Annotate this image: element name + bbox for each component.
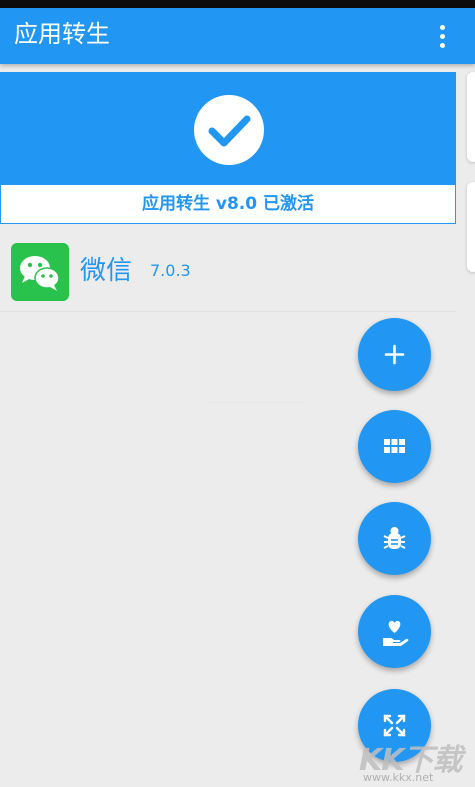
watermark-url: www.kkx.net xyxy=(363,771,434,784)
app-version: 7.0.3 xyxy=(150,261,191,280)
app-bar: 应用转生 xyxy=(0,8,475,64)
side-panel-edge xyxy=(467,182,475,272)
list-item-app[interactable]: 微信 7.0.3 xyxy=(0,232,456,312)
donate-fab-button[interactable] xyxy=(358,595,431,668)
wechat-icon xyxy=(11,243,69,301)
activation-banner xyxy=(1,73,455,185)
grid-fab-button[interactable] xyxy=(358,410,431,483)
app-title: 应用转生 xyxy=(14,20,110,48)
app-name: 微信 xyxy=(80,256,133,286)
activation-card: 应用转生 v8.0 已激活 xyxy=(0,72,456,224)
watermark: KK下载 www.kkx.net xyxy=(355,735,475,787)
debug-fab-button[interactable] xyxy=(358,502,431,575)
check-circle-icon xyxy=(194,95,264,165)
add-fab-button[interactable] xyxy=(358,318,431,391)
divider xyxy=(206,402,306,403)
status-bar xyxy=(0,0,475,8)
side-panel-edge xyxy=(467,72,475,162)
more-options-button[interactable] xyxy=(431,22,455,52)
activation-status-text: 应用转生 v8.0 已激活 xyxy=(141,194,315,214)
